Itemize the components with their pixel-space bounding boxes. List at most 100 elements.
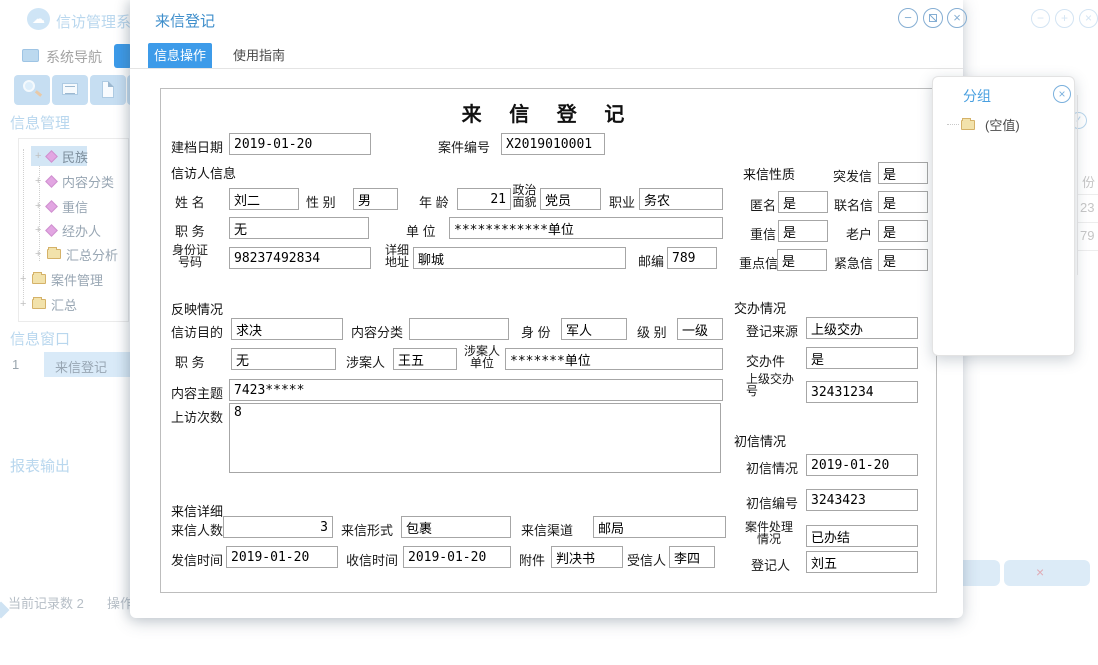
field-label: 详细地址: [383, 244, 411, 268]
field-label: 初信编号: [746, 493, 798, 512]
tab-info-operation[interactable]: 信息操作: [148, 43, 212, 68]
name-input[interactable]: [229, 188, 299, 210]
purpose-input[interactable]: [231, 318, 343, 340]
letter-form-input[interactable]: [401, 516, 511, 538]
recipient-input[interactable]: [669, 546, 715, 568]
age-input[interactable]: [457, 188, 511, 210]
expander-icon[interactable]: +: [35, 248, 47, 260]
nav-item-system-nav[interactable]: 系统导航: [46, 47, 102, 67]
tree-item-anjianguanli[interactable]: + 案件管理: [20, 268, 103, 290]
tree-item-huizong[interactable]: + 汇总: [20, 293, 77, 315]
divider: [1078, 250, 1098, 251]
tree-item-neirongfenlei[interactable]: + 内容分类: [35, 170, 114, 192]
old-user-input[interactable]: [878, 220, 928, 242]
position2-input[interactable]: [231, 348, 336, 370]
field-label: 收信时间: [346, 550, 398, 569]
tree-item-jingbanren[interactable]: + 经办人: [35, 219, 101, 241]
id-number-input[interactable]: [229, 247, 371, 269]
identity-input[interactable]: [561, 318, 627, 340]
field-label: 突发信: [833, 166, 872, 185]
occupation-input[interactable]: [639, 188, 723, 210]
main-close-icon[interactable]: ×: [1079, 9, 1098, 28]
folder-icon: [32, 274, 46, 284]
bg-close-button[interactable]: [1004, 560, 1090, 586]
first-letter-date-input[interactable]: [806, 454, 918, 476]
address-input[interactable]: [413, 247, 626, 269]
section-info-management[interactable]: 信息管理: [10, 112, 70, 133]
toolbar-search-button[interactable]: [14, 75, 50, 105]
joint-letter-input[interactable]: [878, 191, 928, 213]
unit-input[interactable]: [449, 217, 723, 239]
divider: [1077, 95, 1078, 275]
tree-item-zhongxin[interactable]: + 重信: [35, 195, 88, 217]
urgent-letter-input[interactable]: [878, 249, 928, 271]
group-tree-item[interactable]: (空值): [947, 115, 1020, 134]
category-input[interactable]: [409, 318, 509, 340]
register-source-input[interactable]: [806, 317, 918, 339]
involved-unit-input[interactable]: [505, 348, 723, 370]
printer-icon: [62, 83, 78, 95]
form-title: 来 信 登 记: [161, 98, 936, 127]
tree-item-minzu[interactable]: + 民族: [35, 145, 88, 167]
tree-item-huizongfenxi[interactable]: + 汇总分析: [35, 243, 118, 265]
field-label: 案件处理情况: [741, 521, 797, 545]
field-label: 内容主题: [171, 383, 223, 402]
field-label: 建档日期: [171, 137, 223, 156]
bg-fragment: 23: [1080, 200, 1094, 215]
receive-date-input[interactable]: [403, 546, 511, 568]
superior-no-input[interactable]: [806, 381, 918, 403]
gender-input[interactable]: [353, 188, 398, 210]
sudden-letter-input[interactable]: [878, 162, 928, 184]
send-date-input[interactable]: [226, 546, 338, 568]
section-report-output[interactable]: 报表输出: [10, 455, 70, 476]
dialog-minimize-icon[interactable]: −: [898, 8, 918, 28]
main-maximize-icon[interactable]: +: [1055, 9, 1074, 28]
level-input[interactable]: [677, 318, 723, 340]
field-label: 邮编: [638, 251, 664, 270]
involved-person-input[interactable]: [393, 348, 457, 370]
dialog-restore-icon[interactable]: [923, 8, 943, 28]
folder-icon: [32, 299, 46, 309]
repeat-letter-input[interactable]: [778, 220, 828, 242]
assigned-input[interactable]: [806, 347, 918, 369]
attachment-input[interactable]: [551, 546, 623, 568]
field-label: 登记来源: [746, 321, 798, 340]
field-label: 来信形式: [341, 520, 393, 539]
field-label: 重信: [746, 224, 776, 243]
toolbar-document-button[interactable]: [90, 75, 126, 105]
tab-user-guide[interactable]: 使用指南: [226, 43, 292, 68]
search-icon: [23, 80, 35, 92]
document-icon: [102, 81, 114, 98]
key-letter-input[interactable]: [777, 249, 827, 271]
political-input[interactable]: [540, 188, 601, 210]
section-assign: 交办情况: [734, 298, 786, 317]
registrar-input[interactable]: [806, 551, 918, 573]
first-letter-no-input[interactable]: [806, 489, 918, 511]
info-window-row-label[interactable]: 来信登记: [55, 357, 107, 376]
main-minimize-icon[interactable]: −: [1031, 9, 1050, 28]
anonymous-input[interactable]: [778, 191, 828, 213]
zip-input[interactable]: [667, 247, 717, 269]
field-label: 附件: [519, 550, 545, 569]
visit-count-textarea[interactable]: 8: [229, 403, 721, 473]
subject-input[interactable]: [229, 379, 723, 401]
tag-icon: [45, 224, 58, 237]
channel-input[interactable]: [593, 516, 726, 538]
field-label: 级 别: [637, 322, 667, 341]
dialog-close-icon[interactable]: ×: [947, 8, 967, 28]
toolbar-print-button[interactable]: [52, 75, 88, 105]
position-input[interactable]: [229, 217, 369, 239]
divider: [1078, 194, 1098, 195]
expander-icon[interactable]: +: [20, 298, 32, 310]
file-date-input[interactable]: [229, 133, 371, 155]
section-letter-nature: 来信性质: [743, 164, 795, 183]
people-count-input[interactable]: [223, 516, 333, 538]
section-petitioner: 信访人信息: [171, 163, 236, 182]
group-panel-close-icon[interactable]: ×: [1053, 85, 1071, 103]
expander-icon[interactable]: +: [20, 273, 32, 285]
case-no-input[interactable]: [501, 133, 605, 155]
case-status-input[interactable]: [806, 525, 918, 547]
field-label: 重点信: [739, 253, 778, 272]
section-info-window[interactable]: 信息窗口: [10, 328, 70, 349]
field-label: 涉案人单位: [461, 345, 503, 369]
